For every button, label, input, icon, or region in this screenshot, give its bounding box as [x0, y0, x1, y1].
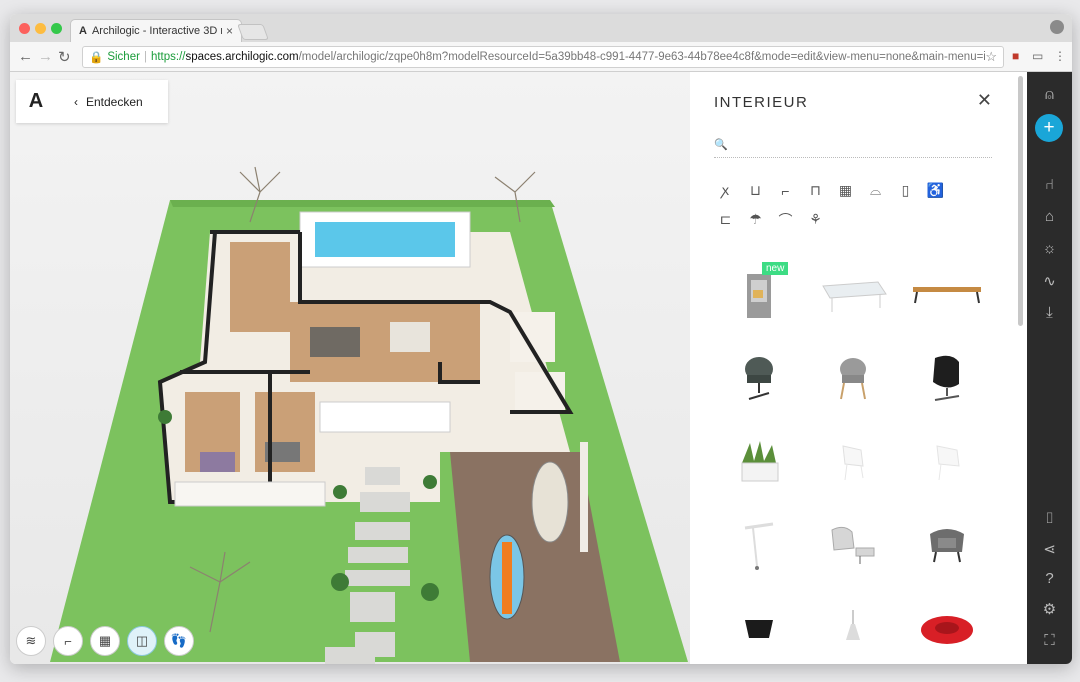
- lock-icon: 🔒: [89, 52, 104, 64]
- menu-dots-icon[interactable]: ⋮: [1054, 49, 1066, 63]
- archilogic-favicon-icon: A: [79, 25, 87, 37]
- explore-back-button[interactable]: ‹ Entdecken: [74, 95, 143, 109]
- new-tab-button[interactable]: [237, 24, 269, 40]
- bookmark-star-icon[interactable]: ☆: [985, 49, 997, 65]
- lamp-icon[interactable]: ⌐: [774, 180, 797, 201]
- layers-icon[interactable]: ≋: [16, 626, 46, 656]
- tab-close-icon[interactable]: ×: [226, 24, 233, 38]
- product-grid: new: [714, 262, 1014, 656]
- category-icons: ꭗ ⊔ ⌐ ⊓ ▦ ⌓ ▯ ♿ ⊏ ☂ ⌒ ⚘: [714, 180, 974, 230]
- search-input[interactable]: 🔍: [714, 136, 992, 158]
- user-icon[interactable]: ⍝: [1027, 86, 1072, 103]
- extension-icon[interactable]: ■: [1012, 49, 1019, 63]
- close-window-button[interactable]: [19, 23, 30, 34]
- url-protocol: https://: [150, 51, 186, 63]
- browser-tab[interactable]: A Archilogic - Interactive 3D mo ×: [70, 19, 242, 42]
- cabinet-icon[interactable]: ▯: [894, 180, 917, 201]
- house-3d-model[interactable]: [10, 72, 690, 664]
- tab-title: Archilogic - Interactive 3D mo: [91, 25, 222, 37]
- product-grey-armchair[interactable]: [808, 352, 898, 404]
- product-office-booth[interactable]: new: [714, 262, 804, 320]
- bathtub-icon[interactable]: ⊏: [714, 209, 737, 230]
- url-host: spaces.archilogic.com: [185, 51, 299, 63]
- archilogic-logo-icon[interactable]: A: [16, 90, 56, 113]
- panel-title: INTERIEUR: [714, 94, 809, 111]
- product-black-lounge-chair[interactable]: [902, 352, 992, 404]
- camera-icon[interactable]: ⌷: [1027, 510, 1072, 527]
- activity-icon[interactable]: ∿: [1027, 272, 1072, 290]
- address-bar[interactable]: 🔒 Sicher | https:// spaces.archilogic.co…: [82, 46, 1004, 68]
- close-icon[interactable]: ✕: [977, 90, 992, 111]
- url-path: /model/archilogic/zqpe0h8m?modelResource…: [298, 51, 986, 63]
- maximize-window-button[interactable]: [51, 23, 62, 34]
- product-white-chair-2[interactable]: [902, 436, 992, 488]
- product-floor-lamp[interactable]: [714, 520, 804, 572]
- download-icon[interactable]: ⤓: [1027, 304, 1072, 321]
- help-icon[interactable]: ?: [1027, 570, 1072, 587]
- minimize-window-button[interactable]: [35, 23, 46, 34]
- chair-icon[interactable]: ꭗ: [714, 180, 737, 201]
- browser-window: A Archilogic - Interactive 3D mo × ← → ↻…: [10, 14, 1072, 664]
- sun-icon[interactable]: ☼: [1027, 240, 1072, 257]
- new-badge: new: [762, 262, 789, 275]
- product-lounge-chair-ottoman[interactable]: [808, 520, 898, 572]
- walk-icon[interactable]: 👣: [164, 626, 194, 656]
- sofa-icon[interactable]: ⊔: [744, 180, 767, 201]
- fullscreen-icon[interactable]: ⛶: [1027, 632, 1072, 649]
- furniture-icon[interactable]: ⌐: [53, 626, 83, 656]
- browser-toolbar: ← → ↻ 🔒 Sicher | https:// spaces.archilo…: [10, 42, 1072, 72]
- chair-icon[interactable]: ⑁: [1027, 176, 1072, 193]
- plant-icon[interactable]: ⚘: [804, 209, 827, 230]
- plus-icon[interactable]: +: [1035, 114, 1063, 142]
- share-icon[interactable]: ⋖: [1027, 540, 1072, 558]
- back-arrow-icon[interactable]: ←: [18, 48, 33, 65]
- product-glass-table[interactable]: [808, 268, 898, 320]
- product-wood-bench[interactable]: [902, 268, 992, 320]
- umbrella-icon[interactable]: ☂: [744, 209, 767, 230]
- product-red-chair[interactable]: [902, 604, 992, 656]
- right-tool-rail: ⍝ + ⑁ ⌂ ☼ ∿ ⤓ ⌷ ⋖ ? ⚙ ⛶: [1027, 72, 1072, 664]
- product-dark-armchair[interactable]: [714, 352, 804, 404]
- explore-label: Entdecken: [86, 94, 143, 109]
- shelf-icon[interactable]: ▦: [834, 180, 857, 201]
- product-grey-lounge-chair[interactable]: [902, 520, 992, 572]
- interior-panel: INTERIEUR ✕ 🔍 ꭗ ⊔ ⌐ ⊓ ▦ ⌓ ▯ ♿ ⊏ ☂ ⌒ ⚘ ne…: [690, 72, 1026, 664]
- settings-icon[interactable]: ⚙: [1027, 600, 1072, 618]
- view-toolbar: ≋ ⌐ ▦ ◫ 👣: [16, 626, 194, 656]
- bed-icon[interactable]: ⌓: [864, 180, 887, 201]
- logo-nav-box: A ‹ Entdecken: [16, 80, 168, 123]
- cast-icon[interactable]: ▭: [1032, 49, 1043, 63]
- secure-label: Sicher: [107, 51, 140, 63]
- desk-chair-icon[interactable]: ♿: [924, 180, 947, 201]
- outdoor-icon[interactable]: ⌒: [774, 209, 797, 230]
- reload-icon[interactable]: ↻: [58, 48, 71, 66]
- 3d-viewport[interactable]: A ‹ Entdecken ≋ ⌐ ▦ ◫ 👣: [10, 72, 690, 664]
- table-icon[interactable]: ⊓: [804, 180, 827, 201]
- forward-arrow-icon[interactable]: →: [38, 48, 53, 65]
- floorplan-icon[interactable]: ▦: [90, 626, 120, 656]
- chevron-left-icon: ‹: [74, 94, 78, 109]
- profile-icon[interactable]: [1050, 20, 1064, 34]
- tab-bar: A Archilogic - Interactive 3D mo ×: [10, 14, 1072, 42]
- 3d-view-icon[interactable]: ◫: [127, 626, 157, 656]
- app-area: A ‹ Entdecken ≋ ⌐ ▦ ◫ 👣 INTERIEUR ✕ 🔍 ꭗ …: [10, 72, 1072, 664]
- product-white-chair[interactable]: [808, 436, 898, 488]
- product-plant-box[interactable]: [714, 436, 804, 488]
- home-icon[interactable]: ⌂: [1027, 208, 1072, 225]
- product-pendant-lamp[interactable]: [808, 604, 898, 656]
- panel-scrollbar[interactable]: [1018, 76, 1023, 326]
- search-icon: 🔍: [714, 139, 728, 151]
- product-black-desk-chair[interactable]: [714, 604, 804, 656]
